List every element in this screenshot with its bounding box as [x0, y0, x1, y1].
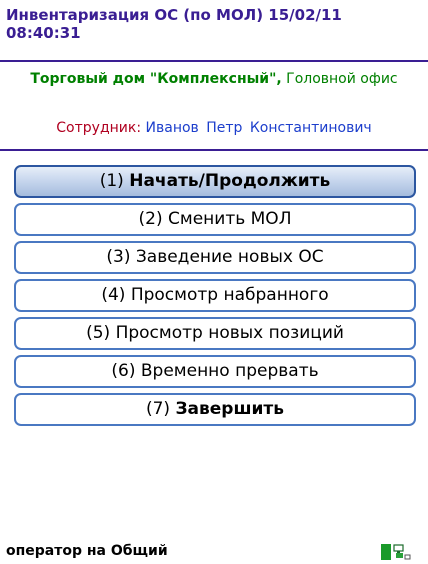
page-title-line2: 08:40:31: [6, 24, 81, 42]
menu-item-label: Временно прервать: [140, 361, 319, 381]
office-name: Головной офис: [286, 71, 398, 87]
new-assets-button[interactable]: (3) Заведение новых ОС: [14, 241, 416, 274]
employee-info: Сотрудник: Иванов Петр Константинович: [0, 119, 428, 137]
menu-item-number: (7): [145, 399, 171, 419]
menu-item-label: Сменить МОЛ: [168, 209, 292, 229]
page-title-line1: Инвентаризация ОС (по МОЛ) 15/02/11: [6, 6, 342, 24]
view-collected-button[interactable]: (4) Просмотр набранного: [14, 279, 416, 312]
menu-item-number: (2): [138, 209, 163, 229]
employee-name: Иванов Петр Константинович: [145, 120, 372, 136]
menu-item-label: Просмотр новых позиций: [115, 323, 344, 343]
window-header: Инвентаризация ОС (по МОЛ) 15/02/11 08:4…: [0, 0, 428, 62]
menu-item-number: (6): [111, 361, 136, 381]
organization-info: Торговый дом "Комплексный", Головной офи…: [0, 70, 428, 89]
status-bar: оператор на Общий: [0, 541, 428, 562]
change-mol-button[interactable]: (2) Сменить МОЛ: [14, 203, 416, 236]
section-divider: [0, 149, 428, 151]
employee-label: Сотрудник:: [56, 120, 142, 136]
network-icon[interactable]: [393, 544, 411, 560]
company-name: Торговый дом "Комплексный",: [30, 71, 282, 87]
status-text: оператор на Общий: [6, 543, 168, 559]
menu-item-number: (3): [106, 247, 131, 267]
signal-icon: [381, 544, 391, 560]
menu-item-label: Завершить: [175, 399, 285, 419]
menu-item-number: (5): [86, 323, 111, 343]
menu-item-label: Начать/Продолжить: [129, 171, 331, 191]
finish-button[interactable]: (7) Завершить: [14, 393, 416, 426]
menu-item-number: (1): [99, 171, 124, 191]
start-continue-button[interactable]: (1) Начать/Продолжить: [14, 165, 416, 198]
menu-item-number: (4): [101, 285, 126, 305]
view-new-items-button[interactable]: (5) Просмотр новых позиций: [14, 317, 416, 350]
pause-button[interactable]: (6) Временно прервать: [14, 355, 416, 388]
main-menu: (1) Начать/Продолжить (2) Сменить МОЛ (3…: [14, 165, 416, 431]
menu-item-label: Просмотр набранного: [130, 285, 329, 305]
menu-item-label: Заведение новых ОС: [135, 247, 324, 267]
header-divider: [0, 60, 428, 62]
